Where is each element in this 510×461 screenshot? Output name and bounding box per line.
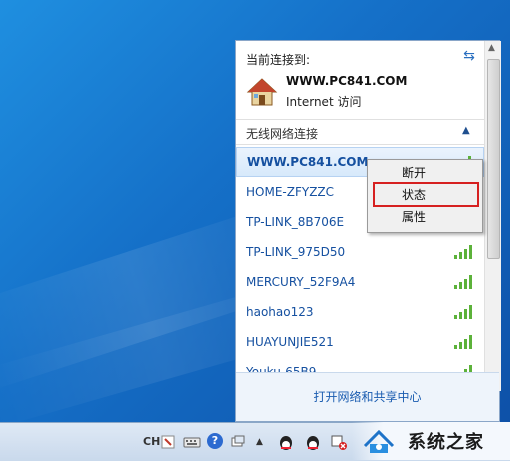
current-connection-label: 当前连接到: xyxy=(246,53,311,67)
divider xyxy=(236,144,484,145)
refresh-icon[interactable]: ⇆ xyxy=(460,47,478,65)
network-item[interactable]: HUAYUNJIE521 xyxy=(236,327,484,357)
menu-item-disconnect[interactable]: 断开 xyxy=(368,162,480,184)
input-method-icon[interactable] xyxy=(161,433,177,451)
window-icon[interactable] xyxy=(230,433,246,451)
show-hidden-icons-chevron-icon[interactable]: ▲ xyxy=(256,433,263,451)
house-icon xyxy=(246,78,278,106)
watermark-logo-icon xyxy=(363,429,395,453)
signal-strength-icon xyxy=(454,245,476,259)
current-network-name: WWW.PC841.COM xyxy=(286,74,408,88)
highlight-box xyxy=(373,182,479,207)
section-wireless-label: 无线网络连接 xyxy=(246,127,319,141)
signal-strength-icon xyxy=(454,275,476,289)
network-item[interactable]: TP-LINK_975D50 xyxy=(236,237,484,267)
network-tray-icon[interactable] xyxy=(330,433,348,451)
signal-strength-icon xyxy=(454,305,476,319)
scroll-up-icon[interactable]: ▲ xyxy=(488,43,495,53)
divider xyxy=(236,119,484,120)
network-item[interactable]: MERCURY_52F9A4 xyxy=(236,267,484,297)
scroll-thumb[interactable] xyxy=(487,59,500,259)
network-item[interactable]: haohao123 xyxy=(236,297,484,327)
qq-penguin-icon[interactable] xyxy=(277,433,295,451)
current-network-access: Internet 访问 xyxy=(286,95,362,109)
language-indicator[interactable]: CH xyxy=(143,433,160,451)
qq-penguin-icon[interactable] xyxy=(304,433,322,451)
collapse-chevron-icon[interactable]: ▲ xyxy=(462,125,470,136)
scrollbar[interactable]: ▲ ▼ xyxy=(484,41,501,391)
keyboard-icon[interactable] xyxy=(183,433,201,451)
open-network-center-link[interactable]: 打开网络和共享中心 xyxy=(236,372,499,421)
menu-item-properties[interactable]: 属性 xyxy=(368,206,480,228)
signal-strength-icon xyxy=(454,335,476,349)
watermark-text: 系统之家 xyxy=(408,432,484,453)
help-icon[interactable]: ? xyxy=(207,433,223,449)
